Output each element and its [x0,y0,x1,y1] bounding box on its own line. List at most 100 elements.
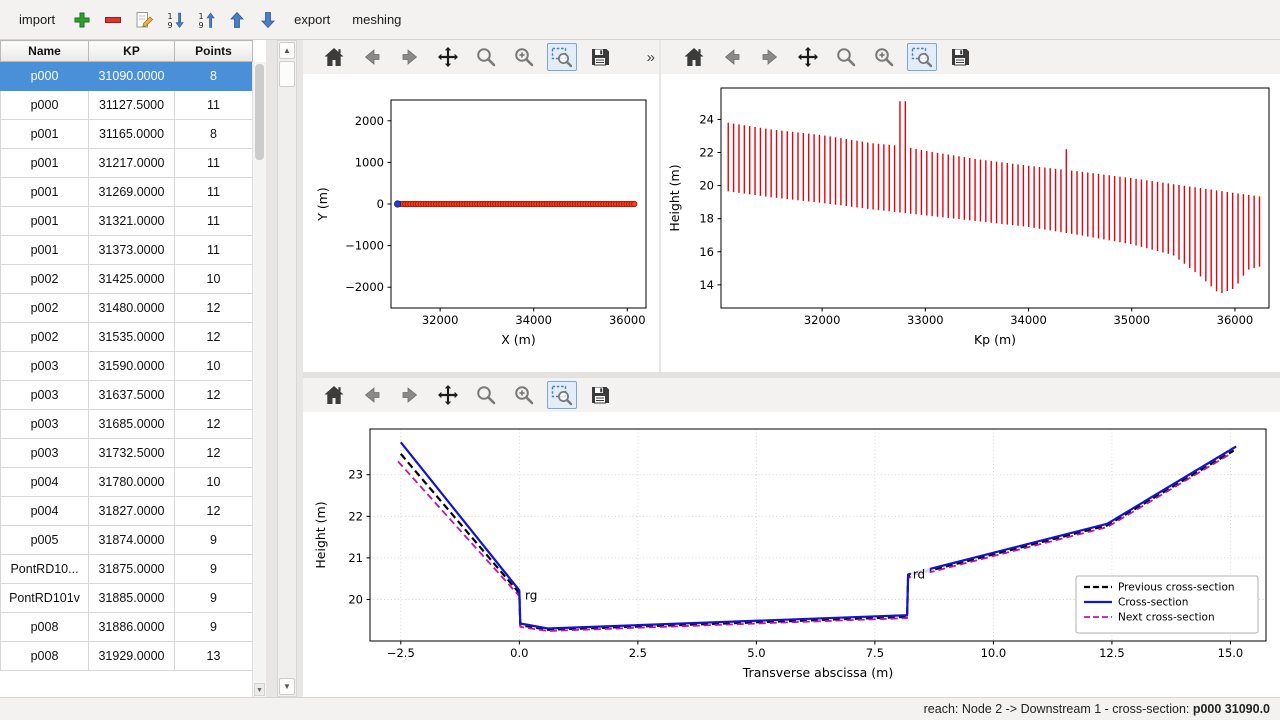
save-button[interactable] [945,43,975,71]
move-down-button[interactable] [254,6,281,33]
back-icon [720,45,744,69]
zoom-alt-button[interactable] [509,381,539,409]
table-row[interactable]: p00331732.500012 [1,439,253,468]
table-row[interactable]: p00231535.000012 [1,323,253,352]
forward-button[interactable] [395,381,425,409]
zoom-button[interactable] [471,381,501,409]
table-row[interactable]: p00031090.00008 [1,62,253,91]
panel-scrollbar-thumb[interactable] [279,61,295,87]
svg-text:24: 24 [699,112,714,126]
table-row[interactable]: p00031127.500011 [1,91,253,120]
table-row[interactable]: p00531874.00009 [1,526,253,555]
svg-text:X (m): X (m) [501,332,535,347]
zoom-rect-button[interactable] [907,43,937,71]
col-header-name[interactable]: Name [1,41,89,62]
svg-text:9: 9 [198,21,203,30]
zoom-button[interactable] [831,43,861,71]
plan-chart[interactable]: 320003400036000−2000−1000010002000X (m)Y… [303,74,659,372]
panel-scroll-up-button[interactable]: ▲ [279,42,295,59]
col-header-kp[interactable]: KP [89,41,175,62]
back-button[interactable] [357,43,387,71]
svg-text:16: 16 [699,245,714,259]
forward-button[interactable] [395,43,425,71]
table-scroll-down-button[interactable]: ▼ [254,683,265,696]
col-header-points[interactable]: Points [175,41,253,62]
table-row[interactable]: PontRD101v31885.00009 [1,584,253,613]
sort-asc-button[interactable]: 19 [192,6,219,33]
table-row[interactable]: p00131165.00008 [1,120,253,149]
zoom-alt-button[interactable] [869,43,899,71]
table-row[interactable]: PontRD10...31875.00009 [1,555,253,584]
remove-button[interactable] [99,6,126,33]
cell-kp: 31637.5000 [89,381,175,410]
cell-points: 10 [175,468,253,497]
import-button[interactable]: import [10,7,64,32]
cell-name: p008 [1,613,89,642]
table-row[interactable]: p00331637.500012 [1,381,253,410]
add-button[interactable] [68,6,95,33]
cell-points: 10 [175,265,253,294]
cell-name: p002 [1,294,89,323]
cell-kp: 31685.0000 [89,410,175,439]
edit-button[interactable] [130,6,157,33]
table-row[interactable]: p00331685.000012 [1,410,253,439]
table-row[interactable]: p00131269.000011 [1,178,253,207]
pan-button[interactable] [433,43,463,71]
table-row[interactable]: p00831886.00009 [1,613,253,642]
pan-icon [436,383,460,407]
move-up-button[interactable] [223,6,250,33]
cell-name: p001 [1,120,89,149]
table-row[interactable]: p00431827.000012 [1,497,253,526]
zoom-button[interactable] [471,43,501,71]
save-button[interactable] [585,381,615,409]
svg-text:2.5: 2.5 [629,646,647,660]
longitudinal-profile-pane: 3200033000340003500036000141618202224Kp … [661,40,1280,372]
table-row[interactable]: p00831929.000013 [1,642,253,671]
panel-scroll-down-button[interactable]: ▼ [279,678,295,695]
svg-text:21: 21 [348,551,363,565]
cell-points: 12 [175,439,253,468]
forward-button[interactable] [755,43,785,71]
cell-name: p008 [1,642,89,671]
zoom-alt-button[interactable] [509,43,539,71]
svg-text:−2000: −2000 [345,280,384,294]
table-row[interactable]: p00131217.000011 [1,149,253,178]
table-row[interactable]: p00231425.000010 [1,265,253,294]
pan-button[interactable] [433,381,463,409]
cell-kp: 31535.0000 [89,323,175,352]
back-button[interactable] [357,381,387,409]
profile-chart[interactable]: 3200033000340003500036000141618202224Kp … [661,74,1280,372]
cell-kp: 31373.0000 [89,236,175,265]
back-button[interactable] [717,43,747,71]
cell-name: p004 [1,468,89,497]
svg-text:rd: rd [913,568,925,582]
save-button[interactable] [585,43,615,71]
cell-name: p003 [1,352,89,381]
table-row[interactable]: p00331590.000010 [1,352,253,381]
home-button[interactable] [679,43,709,71]
toolbar-overflow-button[interactable]: » [647,49,655,66]
home-button[interactable] [319,43,349,71]
svg-text:34000: 34000 [515,313,552,327]
table-row[interactable]: p00431780.000010 [1,468,253,497]
forward-icon [398,383,422,407]
sort-desc-button[interactable]: 19 [161,6,188,33]
table-scrollbar-thumb[interactable] [255,64,264,160]
cell-points: 12 [175,410,253,439]
cell-kp: 31127.5000 [89,91,175,120]
cross-section-chart[interactable]: −2.50.02.55.07.510.012.515.020212223Tran… [303,412,1280,697]
zoom-rect-button[interactable] [547,43,577,71]
panel-scrollbar[interactable]: ▲ ▼ [277,40,297,697]
cross-section-toolbar [303,378,1280,412]
table-row[interactable]: p00231480.000012 [1,294,253,323]
table-scrollbar[interactable]: ▼ [252,62,266,697]
zoom-rect-button[interactable] [547,381,577,409]
pan-icon [796,45,820,69]
save-icon [588,45,612,69]
table-row[interactable]: p00131321.000011 [1,207,253,236]
table-row[interactable]: p00131373.000011 [1,236,253,265]
export-button[interactable]: export [285,7,339,32]
pan-button[interactable] [793,43,823,71]
home-button[interactable] [319,381,349,409]
meshing-button[interactable]: meshing [343,7,410,32]
